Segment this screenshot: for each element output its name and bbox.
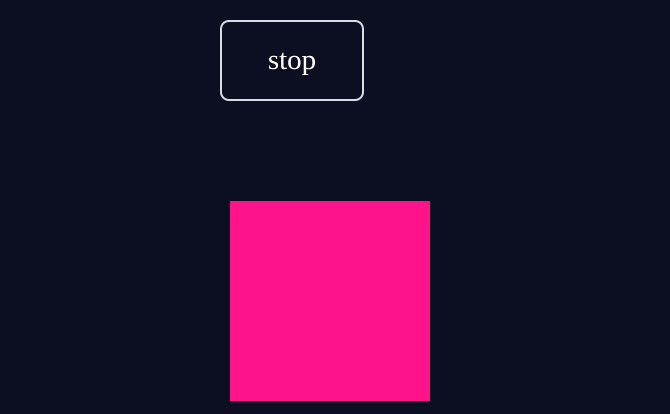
pink-square	[230, 201, 430, 401]
stage: stop	[0, 0, 670, 414]
stop-button[interactable]: stop	[220, 20, 364, 101]
